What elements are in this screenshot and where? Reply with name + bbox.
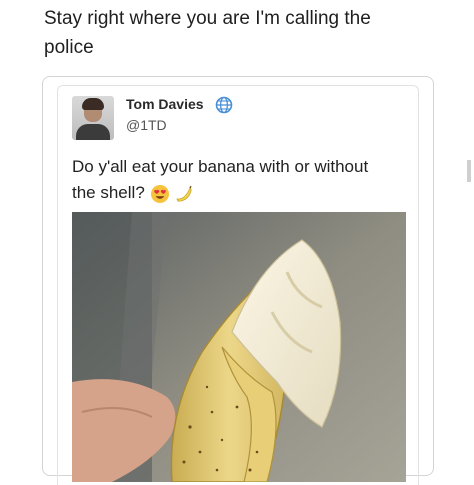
author-handle[interactable]: @1TD [126,117,167,133]
tweet-text-line-2: the shell? [72,183,145,202]
heart-eyes-emoji-icon [150,184,169,203]
globe-icon [215,96,233,114]
tweet-text: Do y'all eat your banana with or without… [72,154,422,206]
caption-line-2: police [44,37,94,58]
meme-caption: Stay right where you are I'm calling the… [44,4,444,62]
author-name[interactable]: Tom Davies [126,96,204,112]
banana-emoji-icon [176,185,192,202]
tweet[interactable]: Tom Davies @1TD Do y'all eat your banana… [57,85,419,485]
embedded-post-card: Tom Davies @1TD Do y'all eat your banana… [42,76,434,485]
tweet-text-line-2-row: the shell? [72,180,422,206]
scrollbar-indicator[interactable] [467,160,471,182]
caption-line-1: Stay right where you are I'm calling the [44,8,371,29]
banana-photo[interactable] [72,212,406,482]
tweet-text-line-1: Do y'all eat your banana with or without [72,157,369,176]
avatar[interactable] [72,96,114,140]
